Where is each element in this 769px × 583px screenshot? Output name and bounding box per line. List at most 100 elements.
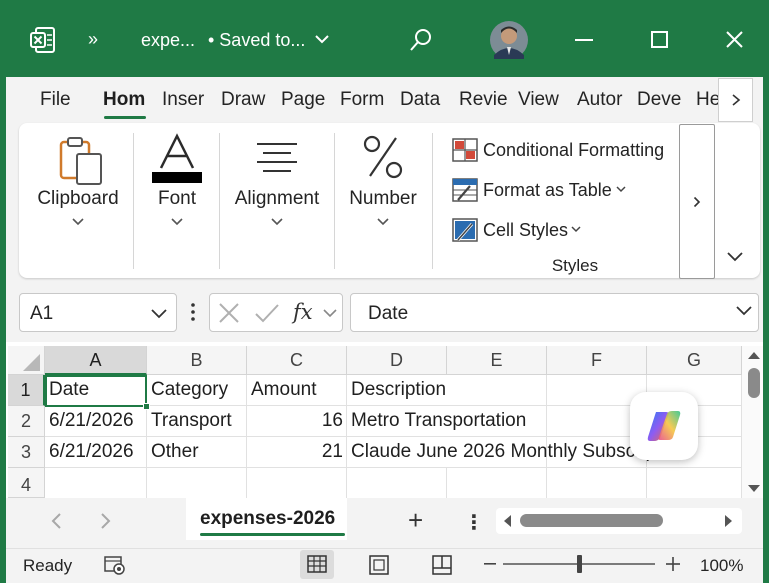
page-layout-icon[interactable] bbox=[369, 555, 389, 575]
save-status[interactable]: • Saved to... bbox=[208, 30, 305, 51]
column-header[interactable]: E bbox=[447, 346, 547, 375]
tab-page-layout[interactable]: Page bbox=[281, 89, 329, 111]
cell-e4[interactable] bbox=[447, 468, 547, 499]
cell-e1[interactable] bbox=[447, 375, 547, 406]
tab-draw[interactable]: Draw bbox=[221, 89, 270, 111]
horizontal-scroll-thumb[interactable] bbox=[520, 514, 663, 527]
tab-developer[interactable]: Deve bbox=[637, 89, 685, 111]
page-break-icon[interactable] bbox=[432, 555, 452, 575]
expand-formula-chevron-down-icon[interactable] bbox=[736, 306, 752, 316]
excel-app-icon[interactable] bbox=[30, 27, 56, 53]
tab-formulas[interactable]: Form bbox=[340, 89, 390, 111]
tab-view[interactable]: View bbox=[518, 89, 566, 111]
cell-b1[interactable]: Category bbox=[147, 375, 247, 406]
alignment-icon bbox=[255, 142, 299, 174]
cell-a4[interactable] bbox=[45, 468, 147, 499]
fill-handle[interactable] bbox=[143, 403, 150, 410]
sheet-options-button[interactable]: ⋮ bbox=[464, 510, 484, 535]
row-header[interactable]: 1 bbox=[8, 375, 45, 406]
tab-insert[interactable]: Inser bbox=[162, 89, 210, 111]
column-header[interactable]: G bbox=[647, 346, 742, 375]
cell-b4[interactable] bbox=[147, 468, 247, 499]
cell-c1[interactable]: Amount bbox=[247, 375, 347, 406]
column-header[interactable]: D bbox=[347, 346, 447, 375]
copilot-button[interactable] bbox=[630, 392, 698, 460]
alignment-group[interactable]: Alignment bbox=[225, 128, 329, 268]
conditional-formatting-button[interactable]: Conditional Formatting bbox=[450, 136, 676, 164]
row-header[interactable]: 4 bbox=[8, 468, 45, 498]
cell-a3[interactable]: 6/21/2026 bbox=[45, 437, 147, 468]
row-header[interactable]: 2 bbox=[8, 406, 45, 437]
previous-sheet-icon[interactable] bbox=[50, 512, 62, 530]
zoom-level[interactable]: 100% bbox=[700, 556, 743, 576]
font-group[interactable]: Font bbox=[138, 128, 216, 268]
cell-d2[interactable]: Metro Transportation bbox=[347, 406, 526, 437]
next-sheet-icon[interactable] bbox=[100, 512, 112, 530]
cell-g4[interactable] bbox=[647, 468, 742, 499]
active-cell-selection bbox=[45, 375, 147, 407]
cancel-icon[interactable] bbox=[218, 302, 240, 324]
close-icon[interactable] bbox=[726, 31, 743, 48]
ribbon-more-button[interactable] bbox=[679, 124, 715, 279]
accessibility-icon[interactable] bbox=[104, 555, 126, 575]
user-avatar[interactable] bbox=[490, 21, 528, 59]
cell-styles-button[interactable]: Cell Styles bbox=[450, 216, 600, 244]
chevron-right-icon bbox=[693, 196, 701, 207]
number-group[interactable]: Number bbox=[340, 128, 426, 268]
formula-input[interactable] bbox=[350, 293, 759, 332]
clipboard-group[interactable]: Clipboard bbox=[28, 128, 128, 268]
tab-review[interactable]: Revie bbox=[459, 89, 507, 111]
tab-help[interactable]: He bbox=[696, 89, 718, 111]
formula-bar-options-icon[interactable] bbox=[191, 303, 195, 321]
insert-function-button[interactable]: fx bbox=[293, 300, 313, 324]
tab-scroll-right-button[interactable] bbox=[718, 78, 753, 122]
minimize-icon[interactable] bbox=[575, 39, 593, 42]
cell-c2[interactable]: 16 bbox=[247, 406, 347, 437]
zoom-in-icon[interactable] bbox=[666, 557, 680, 571]
conditional-formatting-label: Conditional Formatting bbox=[483, 140, 665, 160]
tab-data[interactable]: Data bbox=[400, 89, 446, 111]
normal-view-icon[interactable] bbox=[300, 550, 334, 579]
name-box-value: A1 bbox=[30, 303, 54, 324]
tab-file[interactable]: File bbox=[40, 89, 71, 111]
column-header[interactable]: B bbox=[147, 346, 247, 375]
add-sheet-button[interactable]: + bbox=[408, 505, 423, 536]
clipboard-icon bbox=[58, 136, 104, 186]
scroll-right-arrow-icon[interactable] bbox=[724, 514, 734, 528]
column-header[interactable]: F bbox=[547, 346, 647, 375]
column-header[interactable]: A bbox=[45, 346, 147, 375]
vertical-scroll-thumb[interactable] bbox=[748, 368, 760, 398]
cell-c4[interactable] bbox=[247, 468, 347, 499]
zoom-out-icon[interactable] bbox=[484, 563, 496, 565]
enter-check-icon[interactable] bbox=[254, 302, 280, 324]
select-all-button[interactable] bbox=[8, 346, 45, 375]
file-name[interactable]: expe... bbox=[141, 30, 195, 51]
cell-f4[interactable] bbox=[547, 468, 647, 499]
zoom-slider-thumb[interactable] bbox=[577, 555, 582, 573]
tab-automate[interactable]: Autor bbox=[577, 89, 624, 111]
ribbon-collapse-button[interactable] bbox=[727, 252, 743, 262]
cell-c3[interactable]: 21 bbox=[247, 437, 347, 468]
search-icon[interactable] bbox=[409, 28, 433, 52]
save-status-chevron-icon[interactable] bbox=[314, 32, 330, 46]
scroll-down-arrow-icon[interactable] bbox=[747, 484, 761, 494]
alignment-label: Alignment bbox=[234, 188, 320, 209]
tab-home[interactable]: Hom bbox=[103, 89, 150, 111]
name-box-chevron-down-icon[interactable] bbox=[151, 309, 167, 319]
cell-a2[interactable]: 6/21/2026 bbox=[45, 406, 147, 437]
scroll-up-arrow-icon[interactable] bbox=[747, 350, 761, 360]
row-header[interactable]: 3 bbox=[8, 437, 45, 468]
quick-access-overflow-button[interactable]: » bbox=[88, 29, 98, 50]
format-as-table-button[interactable]: Format as Table bbox=[450, 176, 640, 204]
alignment-chevron-down-icon bbox=[271, 218, 283, 226]
cell-b3[interactable]: Other bbox=[147, 437, 247, 468]
cell-b2[interactable]: Transport bbox=[147, 406, 247, 437]
cell-d4[interactable] bbox=[347, 468, 447, 499]
scroll-left-arrow-icon[interactable] bbox=[502, 514, 512, 528]
function-chevron-down-icon[interactable] bbox=[323, 309, 337, 318]
ribbon-separator bbox=[334, 133, 335, 269]
maximize-icon[interactable] bbox=[651, 31, 668, 48]
number-label: Number bbox=[349, 188, 417, 209]
cell-d3[interactable]: Claude June 2026 Monthly Subscription bbox=[347, 437, 687, 468]
column-header[interactable]: C bbox=[247, 346, 347, 375]
